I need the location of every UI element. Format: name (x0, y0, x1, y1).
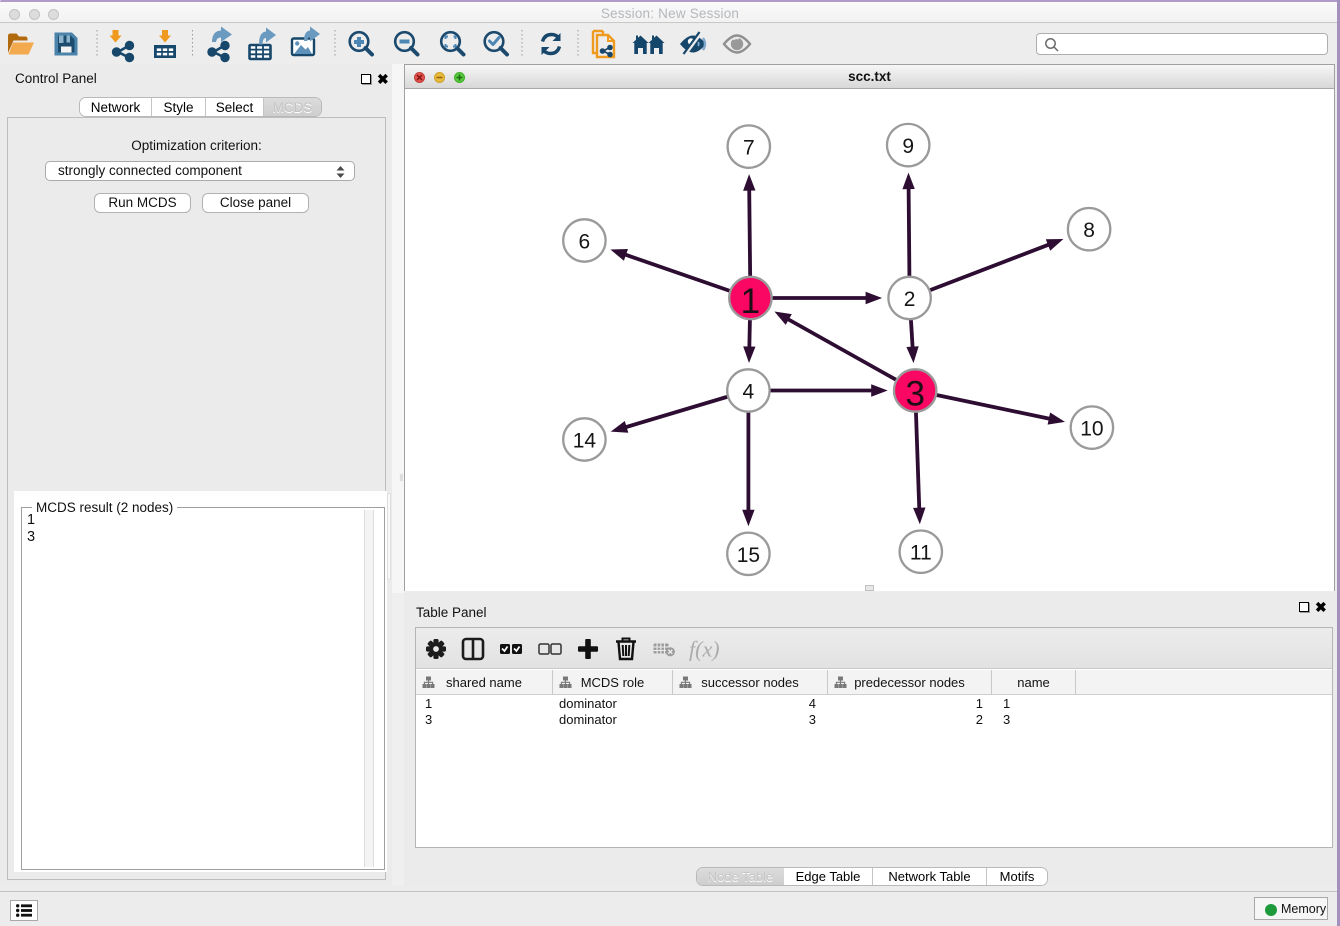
svg-text:6: 6 (579, 231, 591, 254)
svg-text:1: 1 (741, 282, 760, 321)
svg-text:4: 4 (743, 381, 755, 404)
svg-text:2: 2 (904, 288, 916, 311)
svg-text:8: 8 (1083, 219, 1095, 242)
svg-text:10: 10 (1080, 418, 1103, 441)
svg-text:14: 14 (573, 430, 597, 453)
svg-text:9: 9 (902, 135, 914, 158)
svg-text:15: 15 (737, 544, 760, 567)
svg-text:f(x): f(x) (689, 637, 720, 662)
svg-text:11: 11 (910, 542, 932, 565)
svg-text:3: 3 (905, 375, 924, 414)
svg-text:7: 7 (743, 137, 755, 160)
